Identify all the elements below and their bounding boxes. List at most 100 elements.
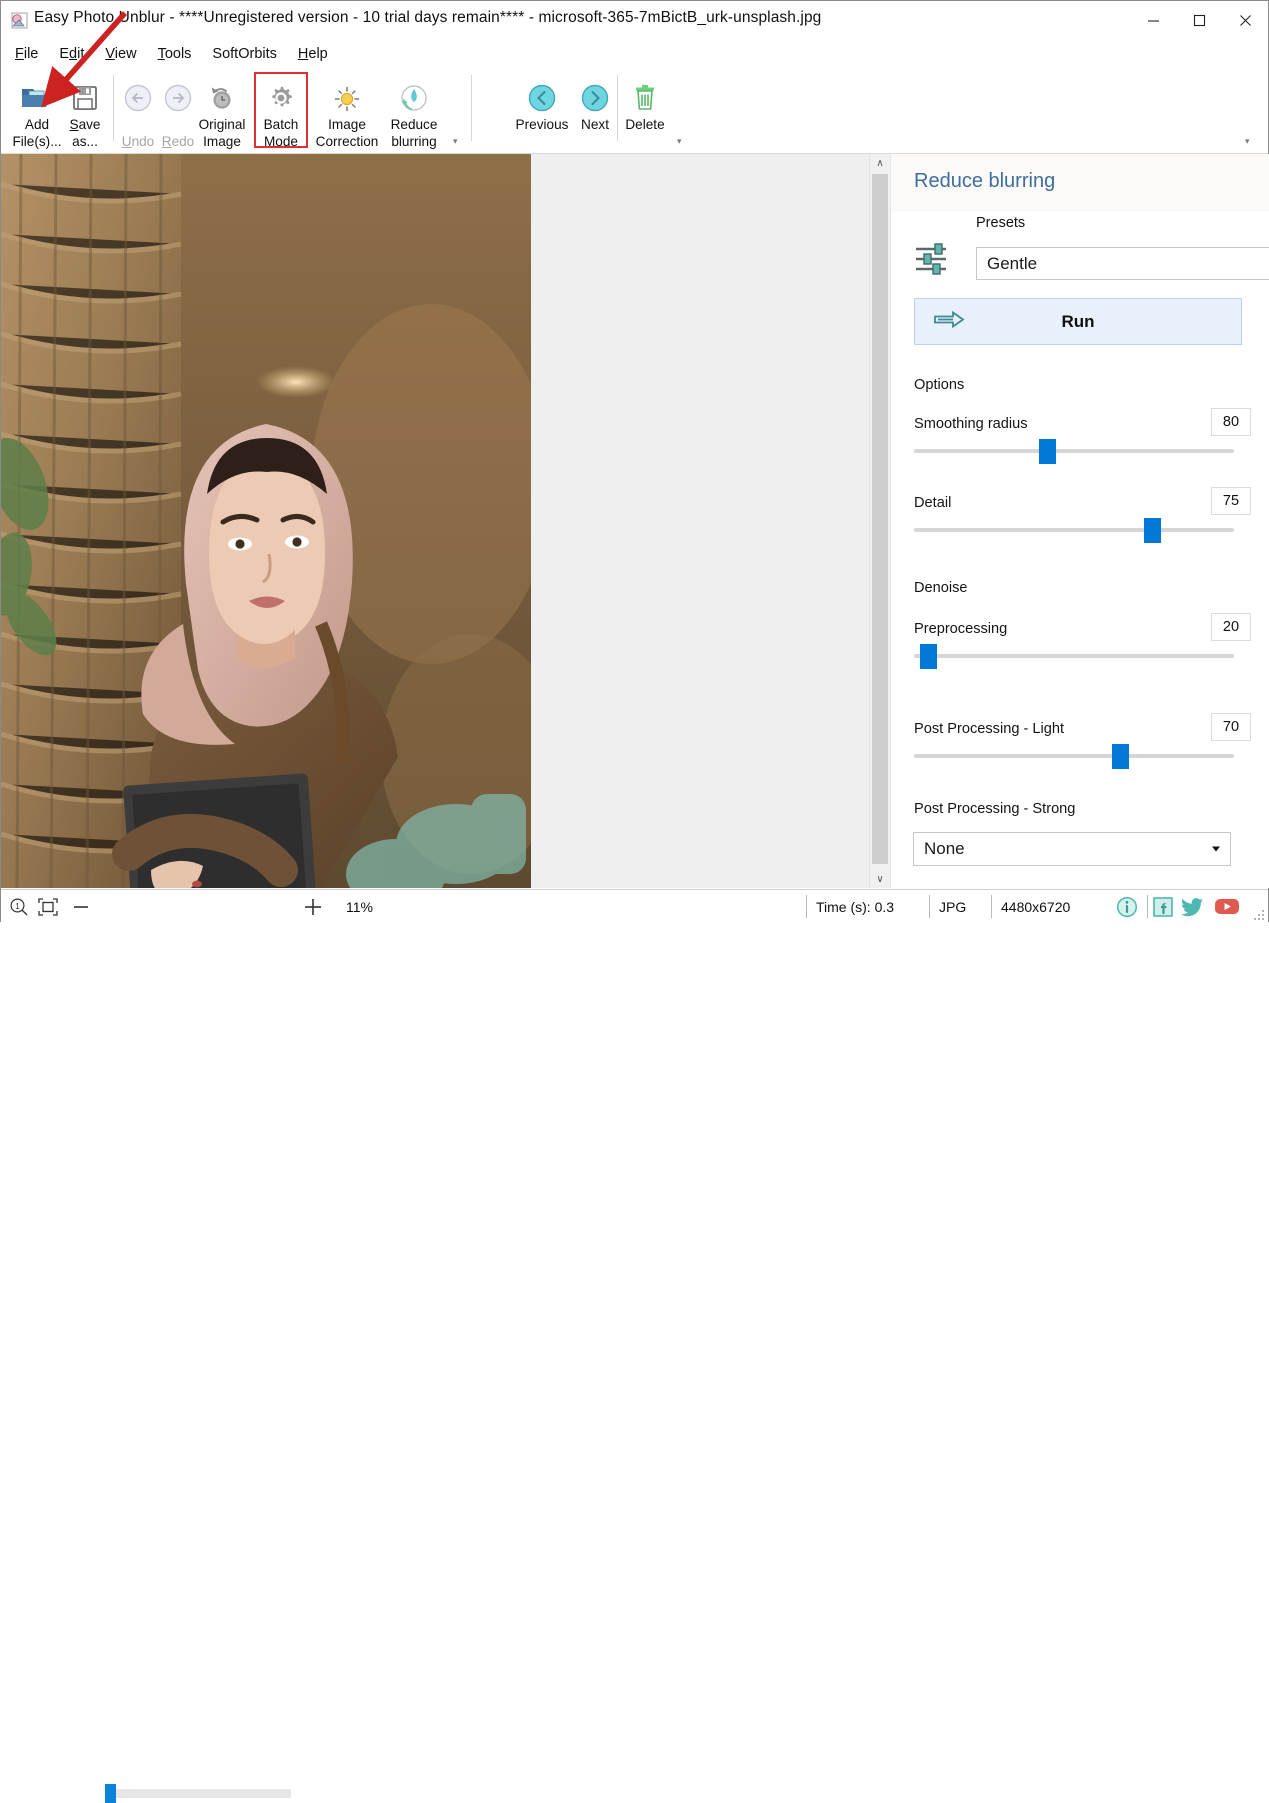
slider-post-processing-light-track[interactable] <box>914 744 1234 769</box>
toolbar-delete[interactable]: Delete <box>619 69 671 133</box>
toolbar-group-expander-1[interactable]: ▾ <box>453 136 458 147</box>
slider-preprocessing-thumb[interactable] <box>920 644 938 669</box>
processing-time-label: Time (s): 0.3 <box>816 898 895 915</box>
slider-detail-track[interactable] <box>914 518 1234 543</box>
fit-to-window-button[interactable] <box>37 890 59 923</box>
menu-file[interactable]: File <box>15 46 38 62</box>
droplet-refresh-icon <box>399 73 429 113</box>
post-processing-strong-label: Post Processing - Strong <box>914 801 1076 817</box>
menu-bar: File Edit View Tools SoftOrbits Help <box>1 41 1268 66</box>
twitter-icon[interactable] <box>1181 890 1205 923</box>
slider-preprocessing-label: Preprocessing <box>914 621 1008 637</box>
toolbar-redo-label: Redo <box>161 134 195 149</box>
window-controls <box>1130 1 1268 39</box>
zoom-level-label: 11% <box>346 898 373 915</box>
toolbar-previous-label: Previous <box>515 117 569 132</box>
toolbar-reduce-blurring-label: Reduce blurring <box>390 117 438 149</box>
toolbar-next[interactable]: Next <box>574 69 616 133</box>
chevron-right-circle-icon <box>579 73 611 113</box>
canvas-vertical-scrollbar[interactable]: ∧ ∨ <box>869 154 890 888</box>
scroll-thumb[interactable] <box>872 174 888 864</box>
close-button[interactable] <box>1222 1 1268 39</box>
presets-value: Gentle <box>987 253 1038 273</box>
slider-smoothing-radius-thumb[interactable] <box>1038 439 1056 464</box>
denoise-label: Denoise <box>914 580 968 596</box>
toolbar-reduce-blurring[interactable]: Reduce blurring <box>385 69 443 150</box>
scroll-up-button[interactable]: ∧ <box>870 154 890 172</box>
title-bar: Easy Photo Unblur - ****Unregistered ver… <box>1 1 1268 39</box>
zoom-slider-track[interactable] <box>105 1784 291 1803</box>
open-folder-icon <box>20 73 54 113</box>
chevron-down-icon-2 <box>1212 846 1220 852</box>
status-bar: 1 11% Time (s): 0.3 JPG 4480x6720 <box>1 889 1268 1803</box>
slider-post-processing-light-thumb[interactable] <box>1112 744 1130 769</box>
menu-view[interactable]: View <box>105 46 136 62</box>
clock-revert-icon <box>207 73 237 113</box>
menu-help[interactable]: Help <box>298 46 328 62</box>
toolbar-delete-label: Delete <box>625 117 665 132</box>
slider-detail-thumb[interactable] <box>1144 518 1162 543</box>
info-icon[interactable] <box>1116 890 1138 923</box>
preview-photo <box>1 154 561 888</box>
slider-post-processing-light-value[interactable]: 70 <box>1211 713 1251 741</box>
post-processing-strong-dropdown[interactable]: None <box>913 832 1231 866</box>
floppy-disk-icon <box>70 73 100 113</box>
zoom-out-button[interactable] <box>71 890 91 923</box>
menu-softorbits[interactable]: SoftOrbits <box>212 46 276 62</box>
slider-smoothing-radius-value[interactable]: 80 <box>1211 408 1251 436</box>
sun-brightness-icon <box>332 73 362 113</box>
toolbar-next-label: Next <box>581 117 609 132</box>
trash-can-icon <box>630 73 660 113</box>
toolbar-undo-label: Undo <box>121 134 155 149</box>
right-panel: Reduce blurring Presets Gentle Run Optio… <box>890 154 1269 888</box>
toolbar-add-files[interactable]: Add File(s)... <box>12 69 62 150</box>
toolbar-add-files-label: Add File(s)... <box>12 117 62 149</box>
toolbar-original-image-label: Original Image <box>198 117 246 149</box>
facebook-icon[interactable] <box>1153 890 1173 923</box>
window-title: Easy Photo Unblur - ****Unregistered ver… <box>34 9 822 26</box>
panel-title: Reduce blurring <box>914 170 1056 192</box>
options-label: Options <box>914 377 965 393</box>
batch-mode-highlight <box>254 72 308 148</box>
minimize-button[interactable] <box>1130 1 1176 39</box>
zoom-in-button[interactable] <box>302 890 324 923</box>
menu-edit[interactable]: Edit <box>59 46 84 62</box>
undo-arrow-icon <box>122 73 154 113</box>
toolbar-group-expander-3[interactable]: ▾ <box>1245 136 1250 147</box>
toolbar-save-as[interactable]: Save as... <box>63 69 107 150</box>
application-window: Easy Photo Unblur - ****Unregistered ver… <box>0 0 1269 1803</box>
double-arrow-right-icon <box>933 309 967 334</box>
slider-smoothing-radius-track[interactable] <box>914 439 1234 464</box>
presets-dropdown[interactable]: Gentle <box>976 247 1269 280</box>
image-dimensions-label: 4480x6720 <box>1001 898 1071 915</box>
slider-post-processing-light-label: Post Processing - Light <box>914 721 1065 737</box>
toolbar-group-expander-2[interactable]: ▾ <box>677 136 682 147</box>
toolbar-original-image[interactable]: Original Image <box>191 69 253 150</box>
chevron-left-circle-icon <box>526 73 558 113</box>
zoom-slider-thumb[interactable] <box>105 1784 116 1803</box>
toolbar-previous[interactable]: Previous <box>509 69 575 133</box>
run-button[interactable]: Run <box>914 298 1242 345</box>
youtube-icon[interactable] <box>1214 890 1240 923</box>
slider-detail-label: Detail <box>914 495 952 511</box>
slider-preprocessing-value[interactable]: 20 <box>1211 613 1251 641</box>
zoom-actual-size-button[interactable]: 1 <box>9 890 29 923</box>
scroll-down-button[interactable]: ∨ <box>870 870 890 888</box>
menu-tools[interactable]: Tools <box>158 46 192 62</box>
resize-grip-icon[interactable] <box>1253 908 1265 920</box>
toolbar-image-correction[interactable]: Image Correction <box>308 69 386 150</box>
toolbar-image-correction-label: Image Correction <box>315 117 379 149</box>
maximize-button[interactable] <box>1176 1 1222 39</box>
sliders-icon <box>913 242 953 276</box>
file-format-label: JPG <box>939 898 967 915</box>
slider-preprocessing-track[interactable] <box>914 644 1234 669</box>
svg-text:1: 1 <box>15 901 20 910</box>
post-processing-strong-value: None <box>924 839 965 858</box>
slider-smoothing-radius-label: Smoothing radius <box>914 416 1028 432</box>
app-icon <box>11 12 28 29</box>
image-canvas[interactable] <box>1 154 869 888</box>
slider-detail-value[interactable]: 75 <box>1211 487 1251 515</box>
presets-label: Presets <box>976 215 1026 231</box>
toolbar: Add File(s)... Save as... Undo Redo Orig… <box>1 67 1268 154</box>
toolbar-save-as-label: Save as... <box>69 117 101 149</box>
